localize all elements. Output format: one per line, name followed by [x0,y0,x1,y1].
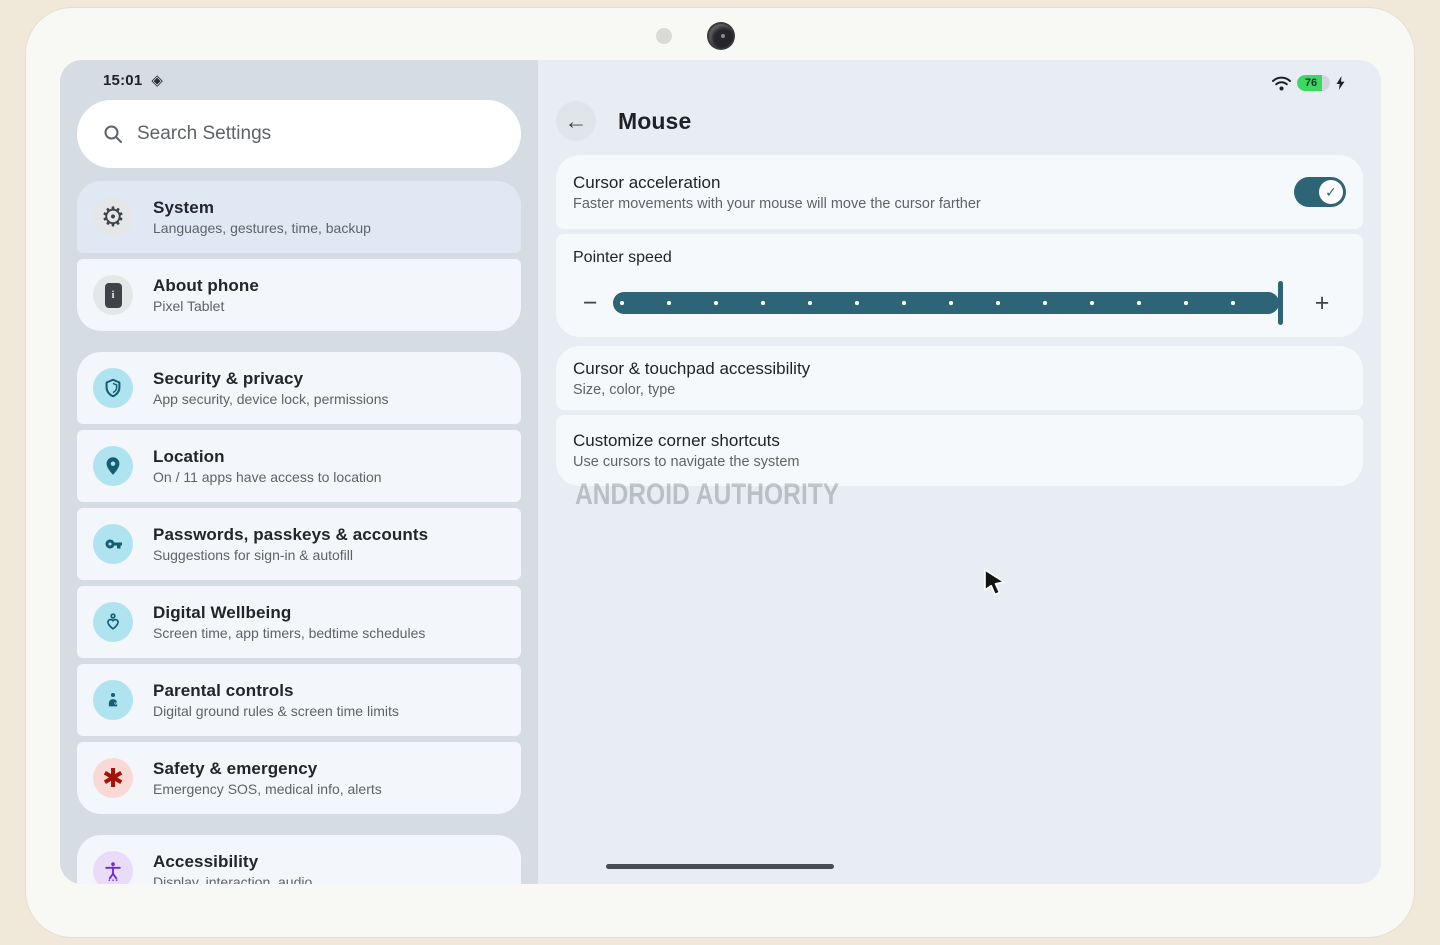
sidebar-item-sublabel: Digital ground rules & screen time limit… [153,703,399,719]
diamond-notification-icon: ◈ [151,73,163,88]
corner-shortcuts-title: Customize corner shortcuts [573,431,1343,451]
battery-percent: 76 [1297,75,1325,91]
pointer-speed-section: Pointer speed − + [556,234,1363,337]
sidebar-item-system[interactable]: ⚙ System Languages, gestures, time, back… [77,181,521,253]
sidebar-item-sublabel: Suggestions for sign-in & autofill [153,547,428,563]
phone-icon: i [93,275,133,315]
shield-icon [93,368,133,408]
home-indicator-bar[interactable] [606,864,834,869]
customize-corner-shortcuts-row[interactable]: Customize corner shortcuts Use cursors t… [556,415,1363,486]
toggle-check-icon: ✓ [1319,180,1343,204]
cursor-acceleration-title: Cursor acceleration [573,173,981,193]
wifi-icon [1272,76,1291,91]
status-bar-right: 76 [1272,68,1345,98]
sidebar-item-digital-wellbeing[interactable]: Digital Wellbeing Screen time, app timer… [77,586,521,658]
cursor-acceleration-toggle[interactable]: ✓ [1294,177,1346,207]
sidebar-item-label: Parental controls [153,681,399,701]
pointer-speed-slider[interactable] [613,292,1279,314]
pointer-speed-ticks [620,292,1235,314]
battery-indicator: 76 [1297,75,1330,91]
cursor-touchpad-accessibility-row[interactable]: Cursor & touchpad accessibility Size, co… [556,346,1363,410]
sidebar-item-security-privacy[interactable]: Security & privacy App security, device … [77,352,521,424]
sidebar-item-parental-controls[interactable]: Parental controls Digital ground rules &… [77,664,521,736]
sidebar-item-about-phone[interactable]: i About phone Pixel Tablet [77,259,521,331]
clock: 15:01 [103,72,142,89]
sidebar-item-label: Safety & emergency [153,759,382,779]
corner-shortcuts-subtitle: Use cursors to navigate the system [573,454,1343,470]
search-input[interactable]: Search Settings [77,100,521,168]
sidebar-item-sublabel: App security, device lock, permissions [153,391,389,407]
sidebar-item-sublabel: Languages, gestures, time, backup [153,220,371,236]
settings-sidebar: 15:01 ◈ Search Settings ⚙ System Languag… [60,60,538,884]
page-title: Mouse [618,108,691,135]
search-icon [103,124,123,144]
sidebar-item-label: About phone [153,276,259,296]
sidebar-item-sublabel: Display, interaction, audio [153,874,312,884]
sidebar-item-passwords-accounts[interactable]: Passwords, passkeys & accounts Suggestio… [77,508,521,580]
wellbeing-heart-icon [93,602,133,642]
ambient-sensor [656,28,672,44]
sidebar-item-label: Location [153,447,382,467]
cursor-touchpad-title: Cursor & touchpad accessibility [573,359,1343,379]
sidebar-item-label: Digital Wellbeing [153,603,425,623]
sidebar-item-label: Accessibility [153,852,312,872]
camera-glint [721,34,725,38]
mouse-settings-panel: 76 ← Mouse Cursor acceleration Faster mo… [538,60,1381,884]
sidebar-item-sublabel: On / 11 apps have access to location [153,469,382,485]
sidebar-item-sublabel: Screen time, app timers, bedtime schedul… [153,625,425,641]
location-pin-icon [93,446,133,486]
parent-child-icon [93,680,133,720]
asterisk-icon: ✱ [93,758,133,798]
pointer-speed-label: Pointer speed [573,249,1339,267]
gear-icon: ⚙ [93,197,133,237]
status-bar-left: 15:01 ◈ [77,60,521,100]
sidebar-item-label: Security & privacy [153,369,389,389]
sidebar-item-safety-emergency[interactable]: ✱ Safety & emergency Emergency SOS, medi… [77,742,521,814]
key-icon [93,524,133,564]
bolt-icon [1336,76,1345,90]
pointer-speed-decrease-button[interactable]: − [573,291,607,316]
cursor-touchpad-subtitle: Size, color, type [573,382,1343,398]
android-authority-watermark: ANDROID AUTHORITY [575,478,839,512]
cursor-acceleration-subtitle: Faster movements with your mouse will mo… [573,196,981,212]
sidebar-item-label: Passwords, passkeys & accounts [153,525,428,545]
cursor-acceleration-row[interactable]: Cursor acceleration Faster movements wit… [556,155,1363,229]
settings-app-screen: 15:01 ◈ Search Settings ⚙ System Languag… [60,60,1381,884]
accessibility-person-icon [93,851,133,884]
back-button[interactable]: ← [556,101,596,141]
sidebar-item-sublabel: Pixel Tablet [153,298,259,314]
sidebar-item-location[interactable]: Location On / 11 apps have access to loc… [77,430,521,502]
pointer-speed-slider-thumb[interactable] [1278,281,1283,325]
pointer-speed-increase-button[interactable]: + [1305,291,1339,316]
sidebar-item-sublabel: Emergency SOS, medical info, alerts [153,781,382,797]
sidebar-item-accessibility[interactable]: Accessibility Display, interaction, audi… [77,835,521,884]
sidebar-item-label: System [153,198,371,218]
page-header: ← Mouse [556,101,1363,141]
search-placeholder: Search Settings [137,123,271,145]
